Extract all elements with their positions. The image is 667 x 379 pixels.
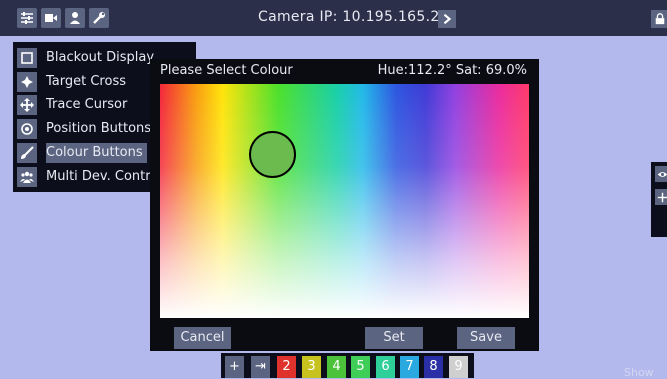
- dialog-title: Please Select Colour: [160, 63, 293, 78]
- settings-sliders-icon[interactable]: [17, 8, 37, 28]
- menu-item-label: Trace Cursor: [46, 97, 128, 112]
- chevron-right-icon[interactable]: [438, 10, 456, 28]
- menu-item-label: Target Cross: [46, 74, 126, 89]
- saturation-gradient: [160, 84, 529, 318]
- target-icon: [17, 119, 37, 139]
- right-tool-panel: [651, 162, 667, 237]
- video-camera-icon[interactable]: [41, 8, 61, 28]
- preset-button-2[interactable]: 2: [277, 356, 296, 378]
- preset-button-7[interactable]: 7: [400, 356, 419, 378]
- colour-dialog: Please Select Colour Hue:112.2° Sat: 69.…: [150, 59, 539, 351]
- sign-in-arrow-button[interactable]: ⇥: [251, 356, 270, 378]
- colour-selection-marker[interactable]: [249, 131, 296, 178]
- cancel-button[interactable]: Cancel: [174, 327, 231, 349]
- wrench-icon[interactable]: [89, 8, 109, 28]
- move-arrows-icon[interactable]: [655, 189, 667, 205]
- preset-button-bar: + ⇥ 2 3 4 5 6 7 8 9: [221, 353, 474, 378]
- crosshair-icon: [17, 72, 37, 92]
- save-button[interactable]: Save: [457, 327, 515, 349]
- hue-saturation-readout: Hue:112.2° Sat: 69.0%: [377, 63, 527, 78]
- preset-button-9[interactable]: 9: [449, 356, 468, 378]
- square-icon: [17, 48, 37, 68]
- menu-item-label: Position Buttons: [46, 121, 152, 136]
- users-icon: [17, 167, 37, 187]
- paintbrush-icon: [17, 143, 37, 163]
- preset-button-5[interactable]: 5: [351, 356, 370, 378]
- menu-item-label: Multi Dev. Contr: [46, 169, 151, 184]
- colour-picker-field[interactable]: [160, 84, 529, 318]
- menu-item-label: Blackout Display: [46, 50, 155, 65]
- eye-icon[interactable]: [655, 166, 667, 182]
- menu-item-label: Colour Buttons: [46, 143, 147, 163]
- preset-button-6[interactable]: 6: [376, 356, 395, 378]
- user-icon[interactable]: [65, 8, 85, 28]
- preset-button-4[interactable]: 4: [327, 356, 346, 378]
- top-bar: Camera IP: 10.195.165.22: [0, 0, 667, 36]
- set-button[interactable]: Set: [365, 327, 423, 349]
- move-arrows-icon: [17, 95, 37, 115]
- watermark-text: Show: [624, 366, 654, 379]
- preset-button-8[interactable]: 8: [424, 356, 443, 378]
- camera-ip-title: Camera IP: 10.195.165.22: [258, 9, 449, 25]
- lock-icon[interactable]: [651, 10, 667, 28]
- add-preset-button[interactable]: +: [225, 356, 244, 378]
- preset-button-3[interactable]: 3: [302, 356, 321, 378]
